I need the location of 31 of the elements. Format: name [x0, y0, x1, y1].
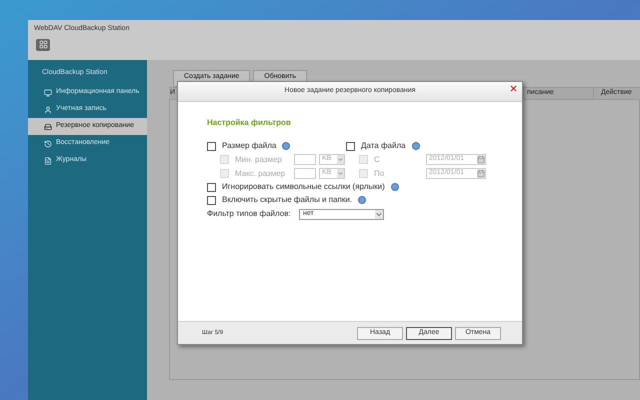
monitor-icon [44, 88, 52, 96]
calendar-icon[interactable] [477, 155, 485, 164]
drive-icon [44, 122, 52, 130]
help-icon[interactable] [358, 196, 366, 204]
checkbox-label: Мин. размер [235, 154, 283, 166]
help-icon[interactable] [282, 142, 290, 150]
checkbox-label: Дата файла [361, 140, 406, 152]
calendar-icon[interactable] [477, 169, 485, 178]
close-icon[interactable] [509, 84, 518, 93]
checkbox-label: Включить скрытые файлы и папки. [222, 194, 352, 206]
checkbox-label: Макс. размер [235, 168, 286, 180]
checkbox-label: Игнорировать символьные ссылки (ярлыки) [222, 181, 385, 193]
checkbox[interactable] [207, 196, 216, 204]
chevron-down-icon [375, 210, 383, 218]
checkbox[interactable] [207, 182, 216, 192]
clock-icon [44, 140, 52, 148]
grid-icon [38, 40, 48, 49]
chevron-down-icon [337, 169, 344, 178]
help-icon[interactable] [412, 142, 420, 150]
chevron-down-icon [337, 155, 344, 164]
checkbox-label: С [374, 154, 381, 166]
section-heading: Настройка фильтров [207, 117, 292, 129]
help-icon[interactable] [390, 183, 399, 191]
checkbox[interactable] [346, 142, 355, 150]
checkbox-label: По [374, 168, 386, 180]
checkbox[interactable] [207, 142, 216, 150]
checkbox-label: Размер файла [222, 140, 276, 152]
field-label: Фильтр типов файлов: [207, 208, 292, 220]
document-icon [44, 156, 52, 164]
user-icon [44, 106, 52, 114]
menu-button[interactable] [36, 38, 50, 50]
